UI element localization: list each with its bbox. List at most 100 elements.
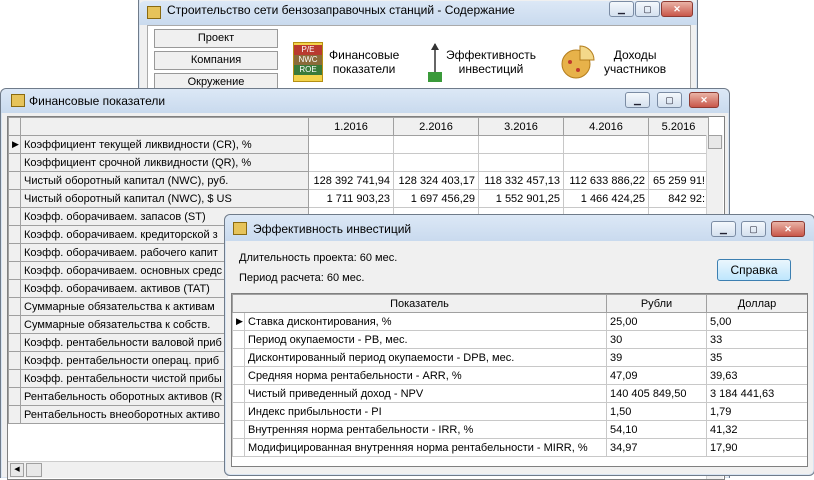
table-cell[interactable] — [478, 135, 564, 154]
table-cell-usd[interactable]: 3 184 441,63 — [706, 384, 807, 403]
table-cell[interactable]: 112 633 886,22 — [563, 171, 649, 190]
row-indicator — [8, 225, 21, 244]
fin-titlebar[interactable]: Финансовые показатели ▁ ▢ ✕ — [1, 89, 729, 113]
table-cell-rub[interactable]: 47,09 — [606, 366, 707, 385]
table-cell[interactable]: 128 392 741,94 — [308, 171, 394, 190]
table-cell[interactable] — [308, 153, 394, 172]
fin-col-header[interactable]: 1.2016 — [308, 117, 394, 136]
fin-window-title: Финансовые показатели — [29, 94, 166, 108]
table-cell[interactable] — [393, 153, 479, 172]
close-button[interactable]: ✕ — [661, 1, 693, 17]
fin-col-header[interactable]: 5.2016 — [648, 117, 709, 136]
table-row[interactable]: Чистый оборотный капитал (NWC), руб. 128 … — [8, 171, 709, 190]
table-cell-rub[interactable]: 1,50 — [606, 402, 707, 421]
row-indicator — [8, 405, 21, 424]
fin-minimize-button[interactable]: ▁ — [625, 92, 650, 108]
table-cell[interactable]: 842 92: — [648, 189, 709, 208]
help-button[interactable]: Справка — [717, 259, 791, 281]
investment-efficiency-label2: инвестиций — [458, 62, 524, 76]
table-row[interactable]: ▶ Коэффициент текущей ликвидности (CR), % — [8, 135, 709, 154]
table-cell[interactable]: 128 324 403,17 — [393, 171, 479, 190]
investment-efficiency-item[interactable]: Эффективность инвестиций — [428, 40, 536, 84]
table-row[interactable]: Индекс прибыльности - PI 1,50 1,79 — [232, 402, 807, 421]
row-label: Дисконтированный период окупаемости - DP… — [244, 348, 607, 367]
fin-close-button[interactable]: ✕ — [689, 92, 719, 108]
maximize-button[interactable]: ▢ — [635, 1, 660, 17]
fin-col-header[interactable]: 3.2016 — [478, 117, 564, 136]
eff-titlebar[interactable]: Эффективность инвестиций ▁ ▢ ✕ — [225, 215, 814, 241]
table-row[interactable]: Внутренняя норма рентабельности - IRR, %… — [232, 420, 807, 439]
table-cell[interactable] — [308, 135, 394, 154]
financial-indicators-item[interactable]: P/E NWC ROE Финансовые показатели — [293, 40, 399, 84]
participants-income-item[interactable]: Доходы участников — [560, 40, 666, 84]
table-cell-usd[interactable]: 17,90 — [706, 438, 807, 457]
row-indicator — [8, 279, 21, 298]
row-label: Коэффициент текущей ликвидности (CR), % — [20, 135, 309, 154]
eff-col-header[interactable]: Показатель — [232, 294, 607, 313]
main-titlebar[interactable]: Строительство сети бензозаправочных стан… — [139, 1, 697, 25]
nav-project-button[interactable]: Проект — [154, 29, 278, 48]
table-row[interactable]: Чистый приведенный доход - NPV 140 405 84… — [232, 384, 807, 403]
table-cell-usd[interactable]: 41,32 — [706, 420, 807, 439]
table-cell-usd[interactable]: 33 — [706, 330, 807, 349]
table-cell-rub[interactable]: 140 405 849,50 — [606, 384, 707, 403]
table-cell-rub[interactable]: 39 — [606, 348, 707, 367]
eff-maximize-button[interactable]: ▢ — [741, 221, 766, 237]
table-cell[interactable] — [563, 153, 649, 172]
table-cell-usd[interactable]: 5,00 — [706, 312, 807, 331]
investment-efficiency-icon — [428, 42, 442, 82]
scroll-left-button[interactable]: ◀ — [10, 463, 24, 477]
financial-indicators-label2: показатели — [332, 62, 396, 76]
scroll-thumb[interactable] — [708, 135, 722, 149]
row-indicator — [232, 348, 245, 367]
table-cell-usd[interactable]: 39,63 — [706, 366, 807, 385]
row-indicator-icon: ▶ — [232, 312, 245, 331]
table-cell[interactable]: 65 259 91! — [648, 171, 709, 190]
table-row[interactable]: Коэффициент срочной ликвидности (QR), % — [8, 153, 709, 172]
eff-col-header[interactable]: Рубли — [606, 294, 707, 313]
eff-col-header[interactable]: Доллар — [706, 294, 807, 313]
table-cell[interactable] — [478, 153, 564, 172]
table-cell[interactable]: 1 697 456,29 — [393, 189, 479, 208]
table-cell[interactable]: 1 711 903,23 — [308, 189, 394, 208]
table-row[interactable]: Период окупаемости - PB, мес. 30 33 — [232, 330, 807, 349]
fin-horizontal-scrollbar[interactable]: ◀ — [8, 461, 228, 478]
table-cell[interactable]: 118 332 457,13 — [478, 171, 564, 190]
eff-minimize-button[interactable]: ▁ — [711, 221, 736, 237]
eff-close-button[interactable]: ✕ — [771, 221, 805, 237]
table-row[interactable]: ▶ Ставка дисконтирования, % 25,00 5,00 — [232, 312, 807, 331]
row-indicator — [232, 366, 245, 385]
nav-company-button[interactable]: Компания — [154, 51, 278, 70]
table-row[interactable]: Средняя норма рентабельности - ARR, % 47,… — [232, 366, 807, 385]
table-cell-usd[interactable]: 35 — [706, 348, 807, 367]
table-cell-rub[interactable]: 54,10 — [606, 420, 707, 439]
table-row[interactable]: Чистый оборотный капитал (NWC), $ US 1 71… — [8, 189, 709, 208]
table-cell[interactable]: 1 466 424,25 — [563, 189, 649, 208]
fin-col-header[interactable]: 4.2016 — [563, 117, 649, 136]
table-cell-rub[interactable]: 25,00 — [606, 312, 707, 331]
minimize-button[interactable]: ▁ — [609, 1, 634, 17]
project-duration-text: Длительность проекта: 60 мес. — [239, 252, 398, 264]
fin-col-header[interactable]: 2.2016 — [393, 117, 479, 136]
scroll-h-thumb[interactable] — [26, 463, 42, 477]
table-cell[interactable] — [563, 135, 649, 154]
table-cell[interactable] — [648, 153, 709, 172]
row-label: Индекс прибыльности - PI — [244, 402, 607, 421]
table-cell[interactable] — [648, 135, 709, 154]
table-cell-usd[interactable]: 1,79 — [706, 402, 807, 421]
table-cell-rub[interactable]: 34,97 — [606, 438, 707, 457]
investment-efficiency-window: Эффективность инвестиций ▁ ▢ ✕ Длительно… — [224, 214, 814, 476]
row-label: Внутренняя норма рентабельности - IRR, % — [244, 420, 607, 439]
fin-window-icon — [11, 94, 25, 107]
row-indicator — [8, 297, 21, 316]
table-row[interactable]: Модифицированная внутренняя норма рентаб… — [232, 438, 807, 457]
calculation-period-text: Период расчета: 60 мес. — [239, 272, 365, 284]
row-indicator — [8, 261, 21, 280]
row-indicator — [8, 153, 21, 172]
table-cell[interactable]: 1 552 901,25 — [478, 189, 564, 208]
table-row[interactable]: Дисконтированный период окупаемости - DP… — [232, 348, 807, 367]
table-cell-rub[interactable]: 30 — [606, 330, 707, 349]
eff-grid[interactable]: Показатель Рубли Доллар ▶ Ставка дисконти… — [231, 293, 808, 467]
table-cell[interactable] — [393, 135, 479, 154]
fin-maximize-button[interactable]: ▢ — [657, 92, 682, 108]
